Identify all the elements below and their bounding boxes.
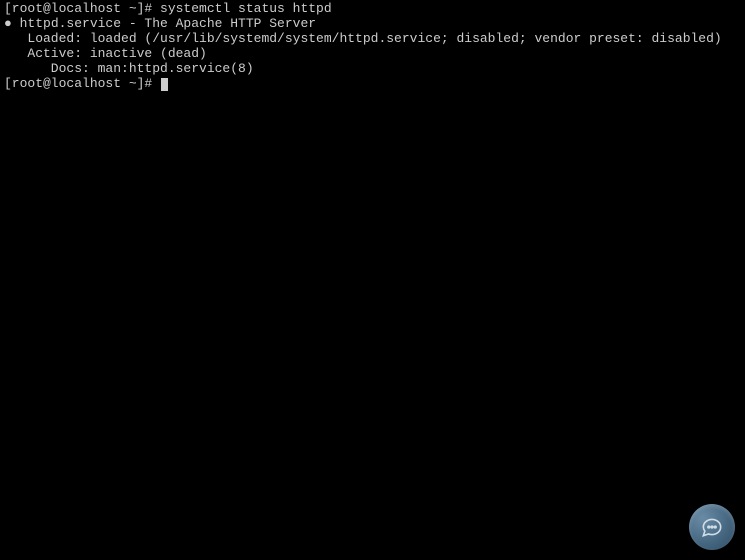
terminal[interactable]: [root@localhost ~]# systemctl status htt… — [4, 2, 741, 92]
service-header-line: ● httpd.service - The Apache HTTP Server — [4, 17, 741, 32]
active-line: Active: inactive (dead) — [4, 47, 741, 62]
loaded-line: Loaded: loaded (/usr/lib/systemd/system/… — [4, 32, 741, 47]
prompt: [root@localhost ~]# — [4, 76, 160, 91]
command-line-1: [root@localhost ~]# systemctl status htt… — [4, 2, 741, 17]
service-name: httpd.service - The Apache HTTP Server — [20, 16, 316, 31]
active-label: Active: — [27, 46, 89, 61]
active-value: inactive (dead) — [90, 46, 207, 61]
chat-bubble-icon[interactable] — [689, 504, 735, 550]
prompt: [root@localhost ~]# — [4, 1, 160, 16]
cursor-icon — [161, 78, 168, 91]
docs-label: Docs: — [51, 61, 98, 76]
command-line-2: [root@localhost ~]# — [4, 77, 741, 92]
command-text: systemctl status httpd — [160, 1, 332, 16]
bullet-icon: ● — [4, 16, 20, 31]
loaded-value: loaded (/usr/lib/systemd/system/httpd.se… — [90, 31, 722, 46]
loaded-label: Loaded: — [27, 31, 89, 46]
docs-line: Docs: man:httpd.service(8) — [4, 62, 741, 77]
docs-value: man:httpd.service(8) — [98, 61, 254, 76]
